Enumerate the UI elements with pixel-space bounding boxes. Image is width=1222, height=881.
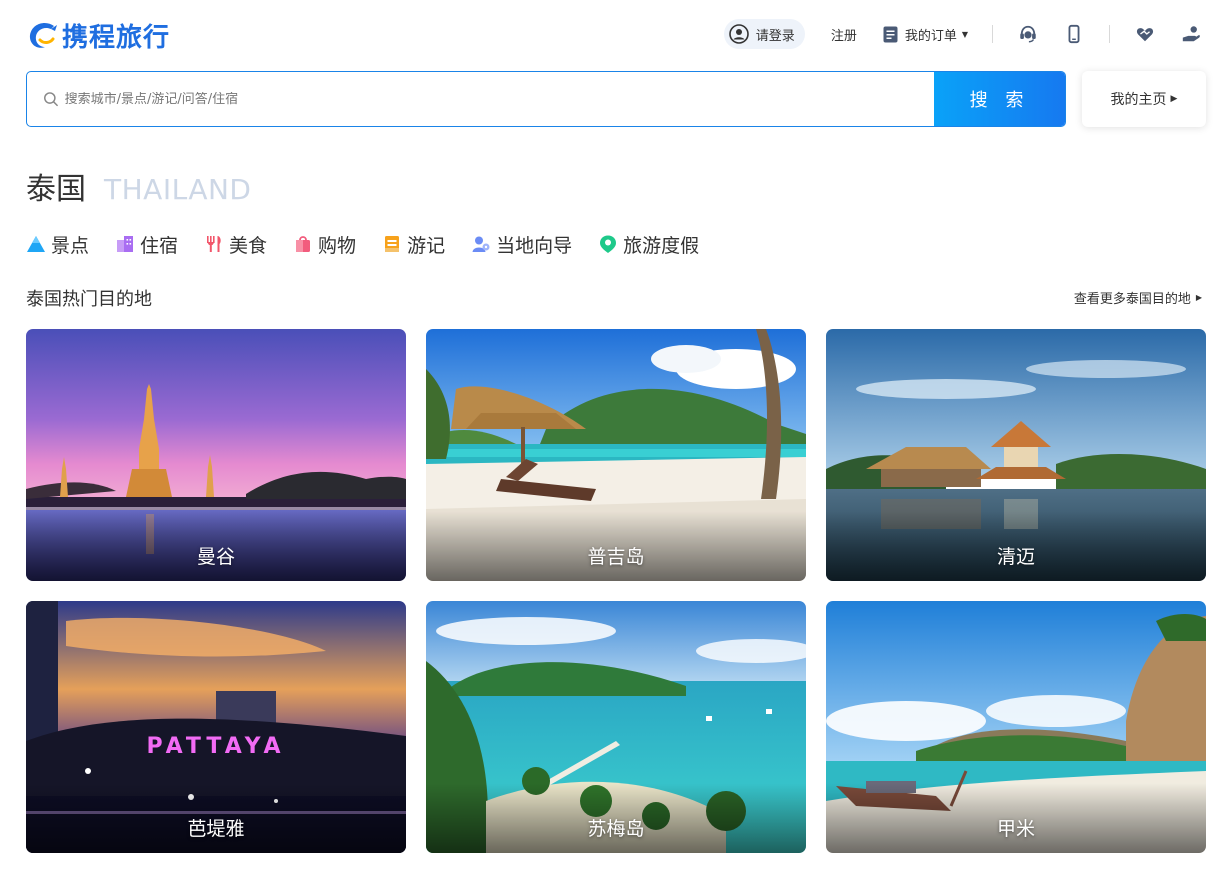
logo-text: 携程旅行	[62, 22, 171, 53]
destination-card-pattaya[interactable]: PATTAYA 芭堤雅	[26, 601, 406, 853]
category-label: 当地向导	[496, 234, 573, 257]
my-orders-menu[interactable]: 我的订单 ▼	[883, 25, 968, 44]
travelogue-icon	[385, 236, 400, 252]
category-shopping[interactable]: 购物	[293, 231, 356, 258]
country-name-en: THAILAND	[104, 173, 252, 206]
top-navigation: 请登录 注册 我的订单 ▼	[723, 18, 1202, 50]
section-title: 泰国热门目的地	[26, 289, 152, 310]
shopping-icon	[296, 236, 311, 252]
login-label: 请登录	[755, 28, 795, 44]
destination-name: 清迈	[996, 546, 1035, 568]
my-orders-label: 我的订单	[904, 28, 957, 44]
country-name-cn: 泰国	[26, 172, 86, 207]
food-icon	[207, 236, 221, 252]
destination-card-bangkok[interactable]: 曼谷	[26, 329, 406, 581]
destination-name: 芭堤雅	[187, 818, 245, 840]
order-document-icon	[883, 26, 898, 42]
search-button[interactable]: 搜 索	[934, 72, 1065, 126]
category-local-guide[interactable]: 当地向导	[471, 231, 572, 258]
user-avatar-icon	[728, 24, 749, 44]
nav-divider	[1109, 25, 1110, 43]
chevron-right-icon: ▶	[1170, 94, 1178, 104]
user-service-icon[interactable]	[1180, 23, 1202, 45]
destination-name: 普吉岛	[587, 546, 645, 568]
vacation-icon	[600, 235, 617, 253]
ctrip-logo[interactable]: 携程旅行	[26, 16, 170, 54]
search-bar: 搜 索	[26, 71, 1066, 127]
category-hotels[interactable]: 住宿	[115, 231, 178, 258]
pattaya-sign-text: PATTAYA	[146, 734, 285, 759]
login-button[interactable]: 请登录	[723, 19, 805, 49]
category-travelogues[interactable]: 游记	[382, 231, 445, 258]
destination-name: 曼谷	[196, 546, 235, 568]
category-attractions[interactable]: 景点	[26, 231, 89, 258]
destination-card-koh-samui[interactable]: 苏梅岛	[426, 601, 806, 853]
category-label: 景点	[51, 234, 90, 257]
dolphin-logo-icon	[29, 23, 57, 48]
search-input[interactable]	[64, 91, 934, 107]
category-label: 美食	[229, 234, 268, 257]
destination-card-krabi[interactable]: 甲米	[826, 601, 1206, 853]
country-title: 泰国 THAILAND	[26, 164, 251, 208]
destination-name: 甲米	[996, 818, 1035, 840]
category-label: 游记	[407, 234, 446, 257]
category-food[interactable]: 美食	[204, 231, 267, 258]
mobile-app-icon[interactable]	[1063, 23, 1085, 45]
chevron-right-icon: ▶	[1195, 293, 1202, 302]
category-vacation[interactable]: 旅游度假	[598, 231, 699, 258]
search-field[interactable]	[27, 72, 934, 126]
my-homepage-label: 我的主页	[1110, 92, 1167, 108]
hotel-icon	[117, 236, 134, 252]
more-destinations-link[interactable]: 查看更多泰国目的地 ▶	[1074, 288, 1202, 307]
category-label: 住宿	[140, 234, 179, 257]
category-nav: 景点 住宿 美食 购物 游记 当地向导 旅游度假	[26, 230, 725, 258]
category-label: 旅游度假	[623, 234, 700, 257]
destination-card-phuket[interactable]: 普吉岛	[426, 329, 806, 581]
local-guide-icon	[472, 236, 490, 252]
category-label: 购物	[318, 234, 357, 257]
customer-service-icon[interactable]	[1017, 23, 1039, 45]
charity-heart-icon[interactable]	[1134, 23, 1156, 45]
attraction-icon	[27, 236, 45, 252]
nav-divider	[992, 25, 993, 43]
my-homepage-button[interactable]: 我的主页 ▶	[1082, 71, 1206, 127]
destination-name: 苏梅岛	[587, 818, 645, 840]
destination-card-chiang-mai[interactable]: 清迈	[826, 329, 1206, 581]
register-link[interactable]: 注册	[831, 25, 857, 44]
more-destinations-label: 查看更多泰国目的地	[1073, 292, 1191, 307]
chevron-down-icon: ▼	[961, 29, 968, 39]
search-icon	[44, 92, 58, 107]
